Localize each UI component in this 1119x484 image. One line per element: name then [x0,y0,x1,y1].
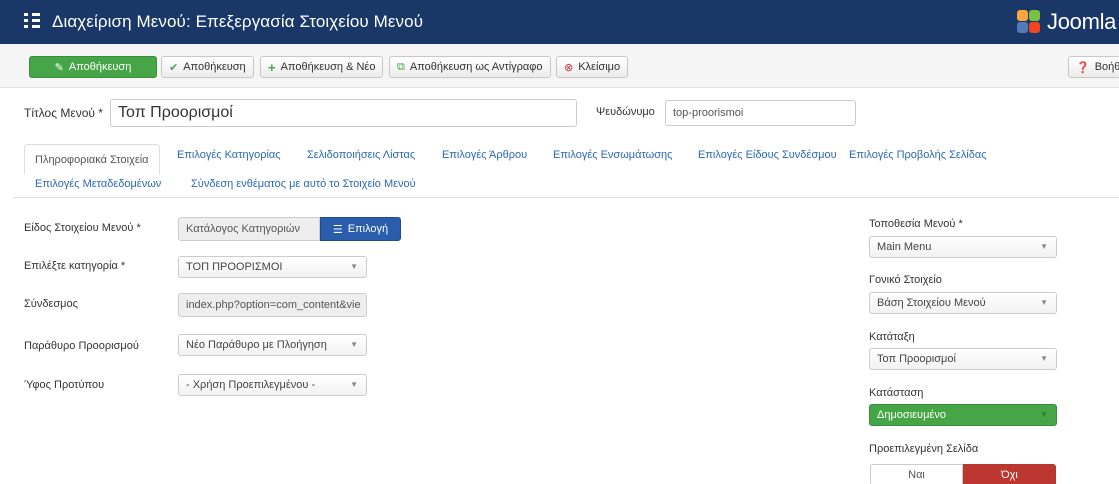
target-window-value: Νέο Παράθυρο με Πλοήγηση [186,339,327,351]
tabs-divider [14,197,1119,198]
plus-icon: + [268,59,276,75]
save-button[interactable]: ✔ Αποθήκευση [161,56,254,78]
tab-integration-options[interactable]: Επιλογές Ενσωμάτωσης [553,149,672,161]
edit-icon: ✎ [54,61,64,74]
target-window-select[interactable]: Νέο Παράθυρο με Πλοήγηση ▼ [178,334,367,356]
menu-list-icon [24,13,40,29]
tab-link-type-options[interactable]: Επιλογές Είδους Συνδέσμου [698,149,837,161]
close-circle-icon: ⊗ [564,61,574,74]
category-label: Επιλέξτε κατηγορία * [24,260,126,272]
save-copy-button[interactable]: ⧉ Αποθήκευση ως Αντίγραφο [389,56,551,78]
close-button[interactable]: ⊗ Κλείσιμο [556,56,629,78]
ordering-label: Κατάταξη [869,331,915,343]
title-label: Τίτλος Μενού * [24,106,103,120]
tab-module-assignment[interactable]: Σύνδεση ενθέματος με αυτό το Στοιχείο Με… [191,178,416,190]
template-style-value: - Χρήση Προεπιλεγμένου - [186,379,316,391]
link-label: Σύνδεσμος [24,298,78,310]
template-style-label: Ύφος Προτύπου [24,379,105,391]
save-primary-button[interactable]: ✎ Αποθήκευση [29,56,157,78]
copy-icon: ⧉ [397,60,405,73]
template-style-select[interactable]: - Χρήση Προεπιλεγμένου - ▼ [178,374,367,396]
select-type-button[interactable]: ☰ Επιλογή [320,217,401,241]
page-title: Διαχείριση Μενού: Επεξεργασία Στοιχείου … [52,12,424,31]
help-button[interactable]: ❓ Βοήθ [1068,56,1119,78]
menu-location-select[interactable]: Main Menu ▼ [869,236,1057,258]
check-icon: ✔ [169,61,179,74]
select-type-label: Επιλογή [347,223,389,235]
target-window-label: Παράθυρο Προορισμού [24,340,139,352]
parent-item-select[interactable]: Βάση Στοιχείου Μενού ▼ [869,292,1057,314]
category-value: ΤΟΠ ΠΡΟΟΡΙΣΜΟΙ [186,261,283,273]
tab-metadata[interactable]: Επιλογές Μεταδεδομένων [35,178,161,190]
category-select[interactable]: ΤΟΠ ΠΡΟΟΡΙΣΜΟΙ ▼ [178,256,367,278]
chevron-down-icon: ▼ [1040,354,1048,363]
default-page-toggle: Ναι Όχι [870,464,1056,484]
question-icon: ❓ [1076,61,1090,74]
title-input[interactable]: Τοπ Προορισμοί [110,99,577,127]
menu-location-label: Τοποθεσία Μενού * [869,218,963,230]
tab-category-options[interactable]: Επιλογές Κατηγορίας [177,149,281,161]
default-page-label: Προεπιλεγμένη Σελίδα [869,443,979,455]
list-icon: ☰ [332,223,343,236]
status-label: Κατάσταση [869,387,924,399]
joomla-logo-icon [1015,9,1043,35]
chevron-down-icon: ▼ [1040,410,1048,419]
chevron-down-icon: ▼ [350,340,358,349]
tab-list-pagination[interactable]: Σελιδοποιήσεις Λίστας [307,149,415,161]
save-new-label: Αποθήκευση & Νέο [280,61,376,73]
tab-article-options[interactable]: Επιλογές Άρθρου [442,149,527,161]
app-header: Διαχείριση Μενού: Επεξεργασία Στοιχείου … [0,0,1119,44]
parent-item-label: Γονικό Στοιχείο [869,274,942,286]
chevron-down-icon: ▼ [1040,298,1048,307]
save-label: Αποθήκευση [183,61,246,73]
chevron-down-icon: ▼ [1040,242,1048,251]
tab-details[interactable]: Πληροφοριακά Στοιχεία [24,144,160,175]
brand[interactable]: Joomla [1015,8,1116,36]
save-new-button[interactable]: + Αποθήκευση & Νέο [260,56,384,78]
alias-input[interactable]: top-proorismoi [665,100,856,126]
help-label: Βοήθ [1094,61,1119,73]
ordering-value: Τοπ Προορισμοί [877,353,956,365]
chevron-down-icon: ▼ [350,380,358,389]
menu-item-type-field: Κατάλογος Κατηγοριών [178,217,320,241]
tab-page-display[interactable]: Επιλογές Προβολής Σελίδας [849,149,987,161]
close-label: Κλείσιμο [578,61,621,73]
default-page-yes-button[interactable]: Ναι [870,464,963,484]
save-copy-label: Αποθήκευση ως Αντίγραφο [409,61,543,73]
toolbar: ✎ Αποθήκευση ✔ Αποθήκευση + Αποθήκευση &… [0,44,1119,88]
ordering-select[interactable]: Τοπ Προορισμοί ▼ [869,348,1057,370]
status-select[interactable]: Δημοσιευμένο ▼ [869,404,1057,426]
save-primary-label: Αποθήκευση [68,61,132,73]
alias-label: Ψευδώνυμο [596,106,655,118]
menu-item-type-label: Είδος Στοιχείου Μενού * [24,222,141,234]
link-field: index.php?option=com_content&vie [178,293,367,317]
brand-name: Joomla [1047,9,1117,34]
status-value: Δημοσιευμένο [877,409,946,421]
menu-location-value: Main Menu [877,241,932,253]
default-page-no-button[interactable]: Όχι [963,464,1056,484]
chevron-down-icon: ▼ [350,262,358,271]
parent-item-value: Βάση Στοιχείου Μενού [877,297,986,309]
